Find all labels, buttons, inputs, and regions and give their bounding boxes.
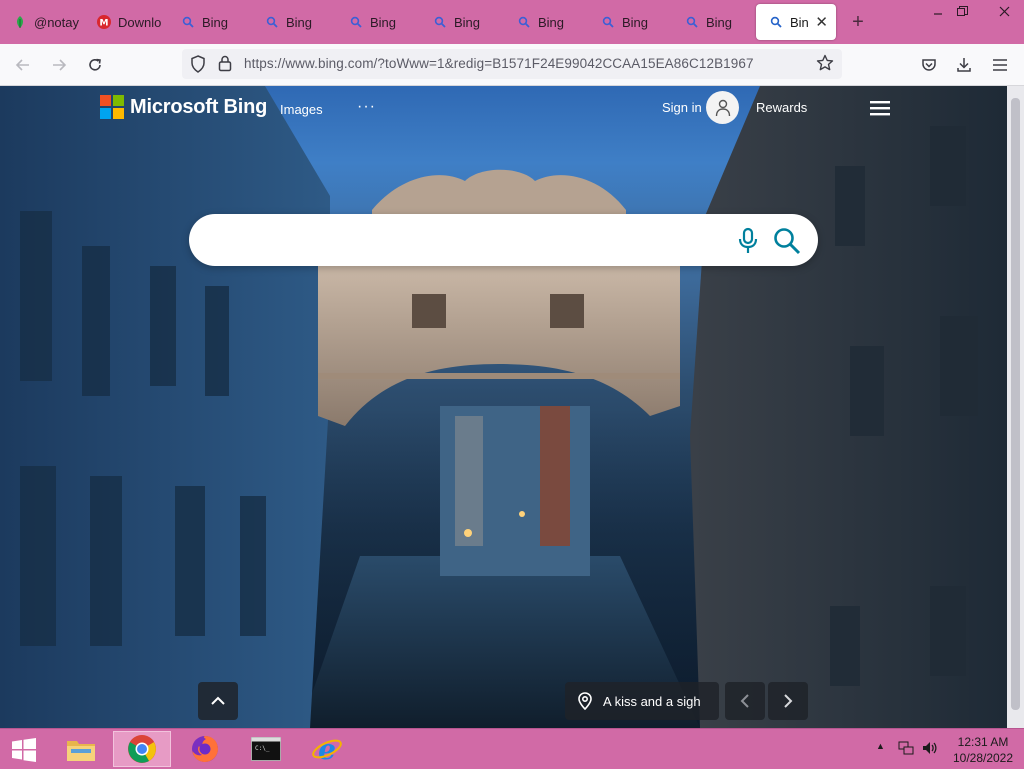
tab-label: Bing bbox=[706, 14, 733, 30]
search-icon bbox=[180, 14, 196, 30]
search-box[interactable] bbox=[189, 214, 818, 266]
tab-label: Bing bbox=[202, 14, 229, 30]
location-pin-icon bbox=[578, 692, 592, 710]
back-icon[interactable] bbox=[10, 52, 36, 78]
bing-header: Microsoft Bing Images ··· Sign in Reward… bbox=[0, 86, 1007, 134]
close-tab-icon[interactable]: ✕ bbox=[815, 13, 828, 31]
tab-4[interactable]: Bing bbox=[336, 4, 420, 40]
search-icon bbox=[684, 14, 700, 30]
scroll-up-button[interactable] bbox=[198, 682, 238, 720]
lock-icon[interactable] bbox=[218, 55, 232, 75]
url-text[interactable]: https://www.bing.com/?toWww=1&redig=B157… bbox=[244, 56, 754, 71]
microsoft-logo-icon bbox=[100, 95, 124, 119]
nav-images-link[interactable]: Images bbox=[280, 102, 323, 117]
volume-icon[interactable] bbox=[921, 740, 937, 759]
tab-8[interactable]: Bing bbox=[672, 4, 756, 40]
tab-7[interactable]: Bing bbox=[588, 4, 672, 40]
svg-text:C:\_: C:\_ bbox=[255, 745, 270, 752]
background-photo bbox=[0, 86, 1007, 728]
search-icon bbox=[516, 14, 532, 30]
sign-in-link[interactable]: Sign in bbox=[662, 100, 702, 115]
tab-label: Bing bbox=[538, 14, 565, 30]
search-icon bbox=[264, 14, 280, 30]
bing-homepage: Microsoft Bing Images ··· Sign in Reward… bbox=[0, 86, 1007, 728]
search-icon bbox=[768, 14, 784, 30]
tab-label: @notay bbox=[34, 14, 79, 30]
clock-date: 10/28/2022 bbox=[952, 751, 1014, 765]
tab-label: Bing bbox=[790, 14, 809, 30]
tab-0[interactable]: @notay bbox=[0, 4, 84, 40]
leaf-icon bbox=[12, 14, 28, 30]
user-avatar-icon[interactable] bbox=[706, 91, 739, 124]
chevron-left-icon bbox=[740, 694, 749, 708]
tab-3[interactable]: Bing bbox=[252, 4, 336, 40]
downloads-icon[interactable] bbox=[951, 52, 977, 78]
new-tab-button[interactable]: + bbox=[846, 8, 870, 36]
network-icon[interactable] bbox=[898, 740, 914, 759]
search-input[interactable] bbox=[213, 226, 727, 256]
image-caption-button[interactable]: A kiss and a sigh bbox=[565, 682, 719, 720]
restore-icon[interactable] bbox=[946, 0, 978, 22]
command-prompt-icon[interactable]: C:\_ bbox=[237, 731, 295, 767]
tab-1[interactable]: M Downlo bbox=[84, 4, 168, 40]
brand-name: Microsoft Bing bbox=[130, 95, 268, 118]
close-window-icon[interactable] bbox=[984, 0, 1024, 22]
system-clock[interactable]: 12:31 AM 10/28/2022 bbox=[946, 734, 1020, 766]
forward-icon[interactable] bbox=[46, 52, 72, 78]
pocket-icon[interactable] bbox=[916, 52, 942, 78]
chrome-icon[interactable] bbox=[113, 731, 171, 767]
tab-5[interactable]: Bing bbox=[420, 4, 504, 40]
tray-chevron-up-icon[interactable]: ▲ bbox=[876, 741, 885, 751]
mega-icon: M bbox=[96, 14, 112, 30]
tab-strip: @notay M Downlo Bing Bing Bing Bing Bing… bbox=[0, 0, 1024, 44]
menu-icon[interactable] bbox=[987, 52, 1013, 78]
chevron-right-icon bbox=[784, 694, 793, 708]
tab-label: Bing bbox=[286, 14, 313, 30]
reload-icon[interactable] bbox=[82, 52, 108, 78]
file-explorer-icon[interactable] bbox=[52, 731, 110, 767]
svg-text:M: M bbox=[100, 19, 109, 29]
search-icon bbox=[600, 14, 616, 30]
rewards-link[interactable]: Rewards bbox=[756, 100, 807, 115]
shield-icon[interactable] bbox=[190, 55, 206, 76]
next-image-button[interactable] bbox=[768, 682, 808, 720]
tab-9-active[interactable]: Bing ✕ bbox=[756, 4, 836, 40]
tab-6[interactable]: Bing bbox=[504, 4, 588, 40]
chevron-up-icon bbox=[211, 696, 225, 705]
tab-label: Downlo bbox=[118, 14, 162, 30]
search-icon bbox=[348, 14, 364, 30]
bookmark-star-icon[interactable] bbox=[816, 54, 834, 75]
navigation-toolbar: https://www.bing.com/?toWww=1&redig=B157… bbox=[0, 44, 1024, 86]
image-caption-text: A kiss and a sigh bbox=[603, 693, 701, 709]
tab-2[interactable]: Bing bbox=[168, 4, 252, 40]
internet-explorer-icon[interactable]: e bbox=[298, 731, 356, 767]
svg-text:e: e bbox=[318, 734, 336, 764]
previous-image-button[interactable] bbox=[725, 682, 765, 720]
firefox-icon[interactable] bbox=[176, 731, 234, 767]
address-bar[interactable]: https://www.bing.com/?toWww=1&redig=B157… bbox=[182, 49, 842, 79]
windows-start-icon[interactable] bbox=[6, 735, 42, 765]
tab-label: Bing bbox=[622, 14, 649, 30]
tab-label: Bing bbox=[454, 14, 481, 30]
nav-more-icon[interactable]: ··· bbox=[357, 98, 376, 116]
page-scrollbar[interactable] bbox=[1007, 86, 1024, 728]
search-icon[interactable] bbox=[772, 226, 802, 256]
bing-logo[interactable]: Microsoft Bing bbox=[100, 95, 267, 119]
taskbar: C:\_ e ▲ 12:31 AM 10/28/2022 bbox=[0, 728, 1024, 769]
clock-time: 12:31 AM bbox=[957, 735, 1009, 749]
tab-label: Bing bbox=[370, 14, 397, 30]
microphone-icon[interactable] bbox=[735, 226, 761, 256]
hamburger-menu-icon[interactable] bbox=[868, 99, 892, 117]
search-icon bbox=[432, 14, 448, 30]
scrollbar-thumb[interactable] bbox=[1011, 98, 1020, 710]
